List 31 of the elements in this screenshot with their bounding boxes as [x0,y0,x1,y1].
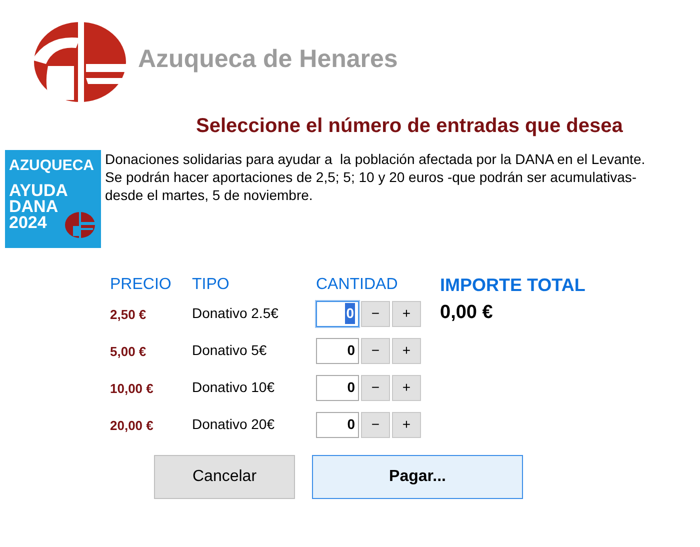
price-text: 20,00 € [110,417,154,436]
type-text: Donativo 20€ [192,415,276,434]
description-text: Donaciones solidarias para ayudar a la población afectada por la DANA en el Levante. Se podrán hacer aportaciones de 2,5; 5; 10 y 20 euros -que podrán ser acumulativas- desde el martes, 5 de noviembre. [105,150,646,205]
price-text: 2,50 € [110,306,148,324]
increment-button[interactable]: + [392,338,421,364]
quantity-field[interactable]: 0 [316,412,359,438]
type-text: Donativo 10€ [192,378,276,397]
quantity-field[interactable]: 0 [316,338,359,364]
increment-button[interactable]: + [392,374,421,400]
type-text: Donativo 5€ [192,341,268,360]
cancel-button[interactable]: Cancelar [154,455,295,499]
price-text: 5,00 € [110,343,148,362]
price-text: 10,00 € [110,380,154,398]
decrement-button[interactable]: − [361,300,390,326]
type-text: Donativo 2.5€ [192,304,280,323]
total-amount: 0,00 € [440,301,494,326]
brand-name: Azuqueca de Henares [138,44,398,76]
column-header: CANTIDAD [316,275,399,295]
quantity-field[interactable]: 0 [316,300,359,326]
column-header: TIPO [192,275,230,295]
dana-badge: AZUQUECA AYUDA DANA 2024 [5,150,101,248]
decrement-button[interactable]: − [361,374,390,400]
increment-button[interactable]: + [392,300,421,326]
decrement-button[interactable]: − [361,412,390,438]
page-title: Seleccione el número de entradas que desea [196,114,624,138]
column-header: PRECIO [110,275,172,295]
decrement-button[interactable]: − [361,338,390,364]
increment-button[interactable]: + [392,412,421,438]
quantity-field[interactable]: 0 [316,374,359,400]
total-label: IMPORTE TOTAL [440,275,586,295]
pay-button[interactable]: Pagar... [312,455,523,499]
